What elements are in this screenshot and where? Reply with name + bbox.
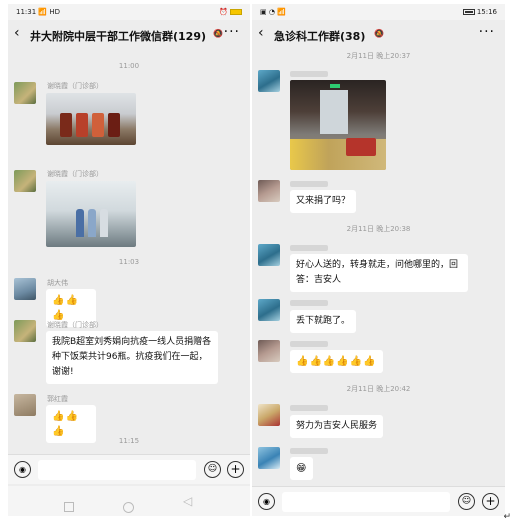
paragraph-mark-icon: ↵ [503,512,511,522]
message-bubble[interactable]: 努力为吉安人民服务 [290,415,384,438]
more-options-icon[interactable]: ··· [479,24,495,40]
battery-icon [462,9,475,15]
avatar[interactable] [258,340,280,362]
message-input[interactable] [38,460,196,480]
blurred-name [290,71,328,77]
back-arrow-icon[interactable]: ‹ [258,25,264,41]
avatar[interactable] [14,278,36,300]
blurred-name [290,300,328,306]
sender-name: 谢晓霞（门诊部） [47,321,103,329]
blurred-name [290,405,328,411]
sender-name: 郭红霞 [47,395,68,403]
message-bubble[interactable]: 丢下就跑了。 [290,310,357,333]
voice-icon[interactable]: ◉ [14,461,31,478]
avatar[interactable] [14,170,36,192]
avatar[interactable] [14,320,36,342]
emoji-icon[interactable]: ☺ [204,461,221,478]
timestamp: 2月11日 晚上20:42 [346,385,411,393]
cart-shape [346,138,376,156]
emoji-icon[interactable]: ☺ [458,493,475,510]
voice-icon[interactable]: ◉ [258,493,275,510]
message-bubble[interactable]: 好心人送的，转身就走，问他哪里的，回答：吉安人 [290,254,468,292]
plus-icon[interactable]: + [227,461,244,478]
back-triangle-icon[interactable]: ◁ [183,494,192,508]
blurred-name [290,448,328,454]
sender-name [290,244,328,252]
sender-name [290,70,328,78]
timestamp: 11:00 [118,62,140,70]
sender-name: 谢晓霞（门诊部） [47,170,103,178]
chat-title: 急诊科工作群(38) [274,30,366,43]
message-input[interactable] [282,492,450,512]
jar-shape [92,113,104,137]
sender-name: 谢晓霞（门诊部） [47,82,103,90]
status-bar: 11:31 📶 HD ⏰ [8,4,250,20]
door-shape [320,90,348,134]
timestamp: 2月11日 晚上20:37 [346,52,411,60]
more-options-icon[interactable]: ··· [224,24,240,40]
timestamp: 2月11日 晚上20:38 [346,225,411,233]
mute-bell-icon: 🔕 [374,29,384,38]
avatar[interactable] [14,82,36,104]
chat-photo-corridor[interactable] [290,80,386,170]
input-bar: ◉ ☺ + [252,486,505,516]
avatar[interactable] [14,394,36,416]
status-bar: ▣ ◔ 📶 15:16 [252,4,505,20]
plus-icon[interactable]: + [482,493,499,510]
chat-header: ‹ 急诊科工作群(38) 🔕 ··· [252,20,505,48]
status-time: 11:31 [16,8,37,16]
sender-name [290,447,328,455]
message-bubble[interactable]: 👍👍👍👍👍👍 [290,350,383,373]
person-shape [88,209,96,237]
status-time: 15:16 [476,8,497,16]
sender-name [290,180,328,188]
alarm-icon: ⏰ [219,8,228,16]
left-phone-screenshot: 11:31 📶 HD ⏰ ‹ 井大附院中层干部工作微信群(129) 🔕 ··· … [8,4,250,516]
avatar[interactable] [258,447,280,469]
avatar[interactable] [258,180,280,202]
message-bubble[interactable]: 我院B超室刘秀娟向抗疫一线人员捐赠各种下饭菜共计96瓶。抗疫我们在一起，谢谢! [46,331,218,384]
battery-icon [230,9,242,15]
jar-shape [108,113,120,137]
timestamp: 11:03 [118,258,140,266]
status-icons: ▣ ◔ 📶 [260,8,286,16]
sender-name: 胡大伟 [47,279,68,287]
chat-photo-staff[interactable] [46,181,136,247]
timestamp: 11:15 [118,437,140,445]
avatar[interactable] [258,244,280,266]
mute-bell-icon: 🔕 [213,29,223,38]
signal-icon: 📶 HD [38,8,61,16]
chat-title: 井大附院中层干部工作微信群(129) [30,30,207,43]
message-bubble[interactable]: 😁 [290,457,314,480]
message-bubble[interactable]: 又来捐了吗？ [290,190,357,213]
right-phone-screenshot: ▣ ◔ 📶 15:16 ‹ 急诊科工作群(38) 🔕 ··· 2月11日 晚上2… [252,4,505,516]
sender-name [290,404,328,412]
avatar[interactable] [258,70,280,92]
back-arrow-icon[interactable]: ‹ [14,25,20,41]
jar-shape [76,113,88,137]
sender-name [290,299,328,307]
chat-photo-jars[interactable] [46,93,136,145]
jar-shape [60,113,72,137]
avatar[interactable] [258,404,280,426]
exit-sign-shape [330,84,340,88]
blurred-name [290,181,328,187]
android-nav-bar: ◁ [8,486,250,516]
chat-header: ‹ 井大附院中层干部工作微信群(129) 🔕 ··· [8,20,250,48]
input-bar: ◉ ☺ + [8,454,250,484]
blurred-name [290,341,328,347]
blurred-name [290,245,328,251]
avatar[interactable] [258,299,280,321]
person-shape [76,209,84,237]
person-shape [100,209,108,237]
sender-name [290,340,328,348]
